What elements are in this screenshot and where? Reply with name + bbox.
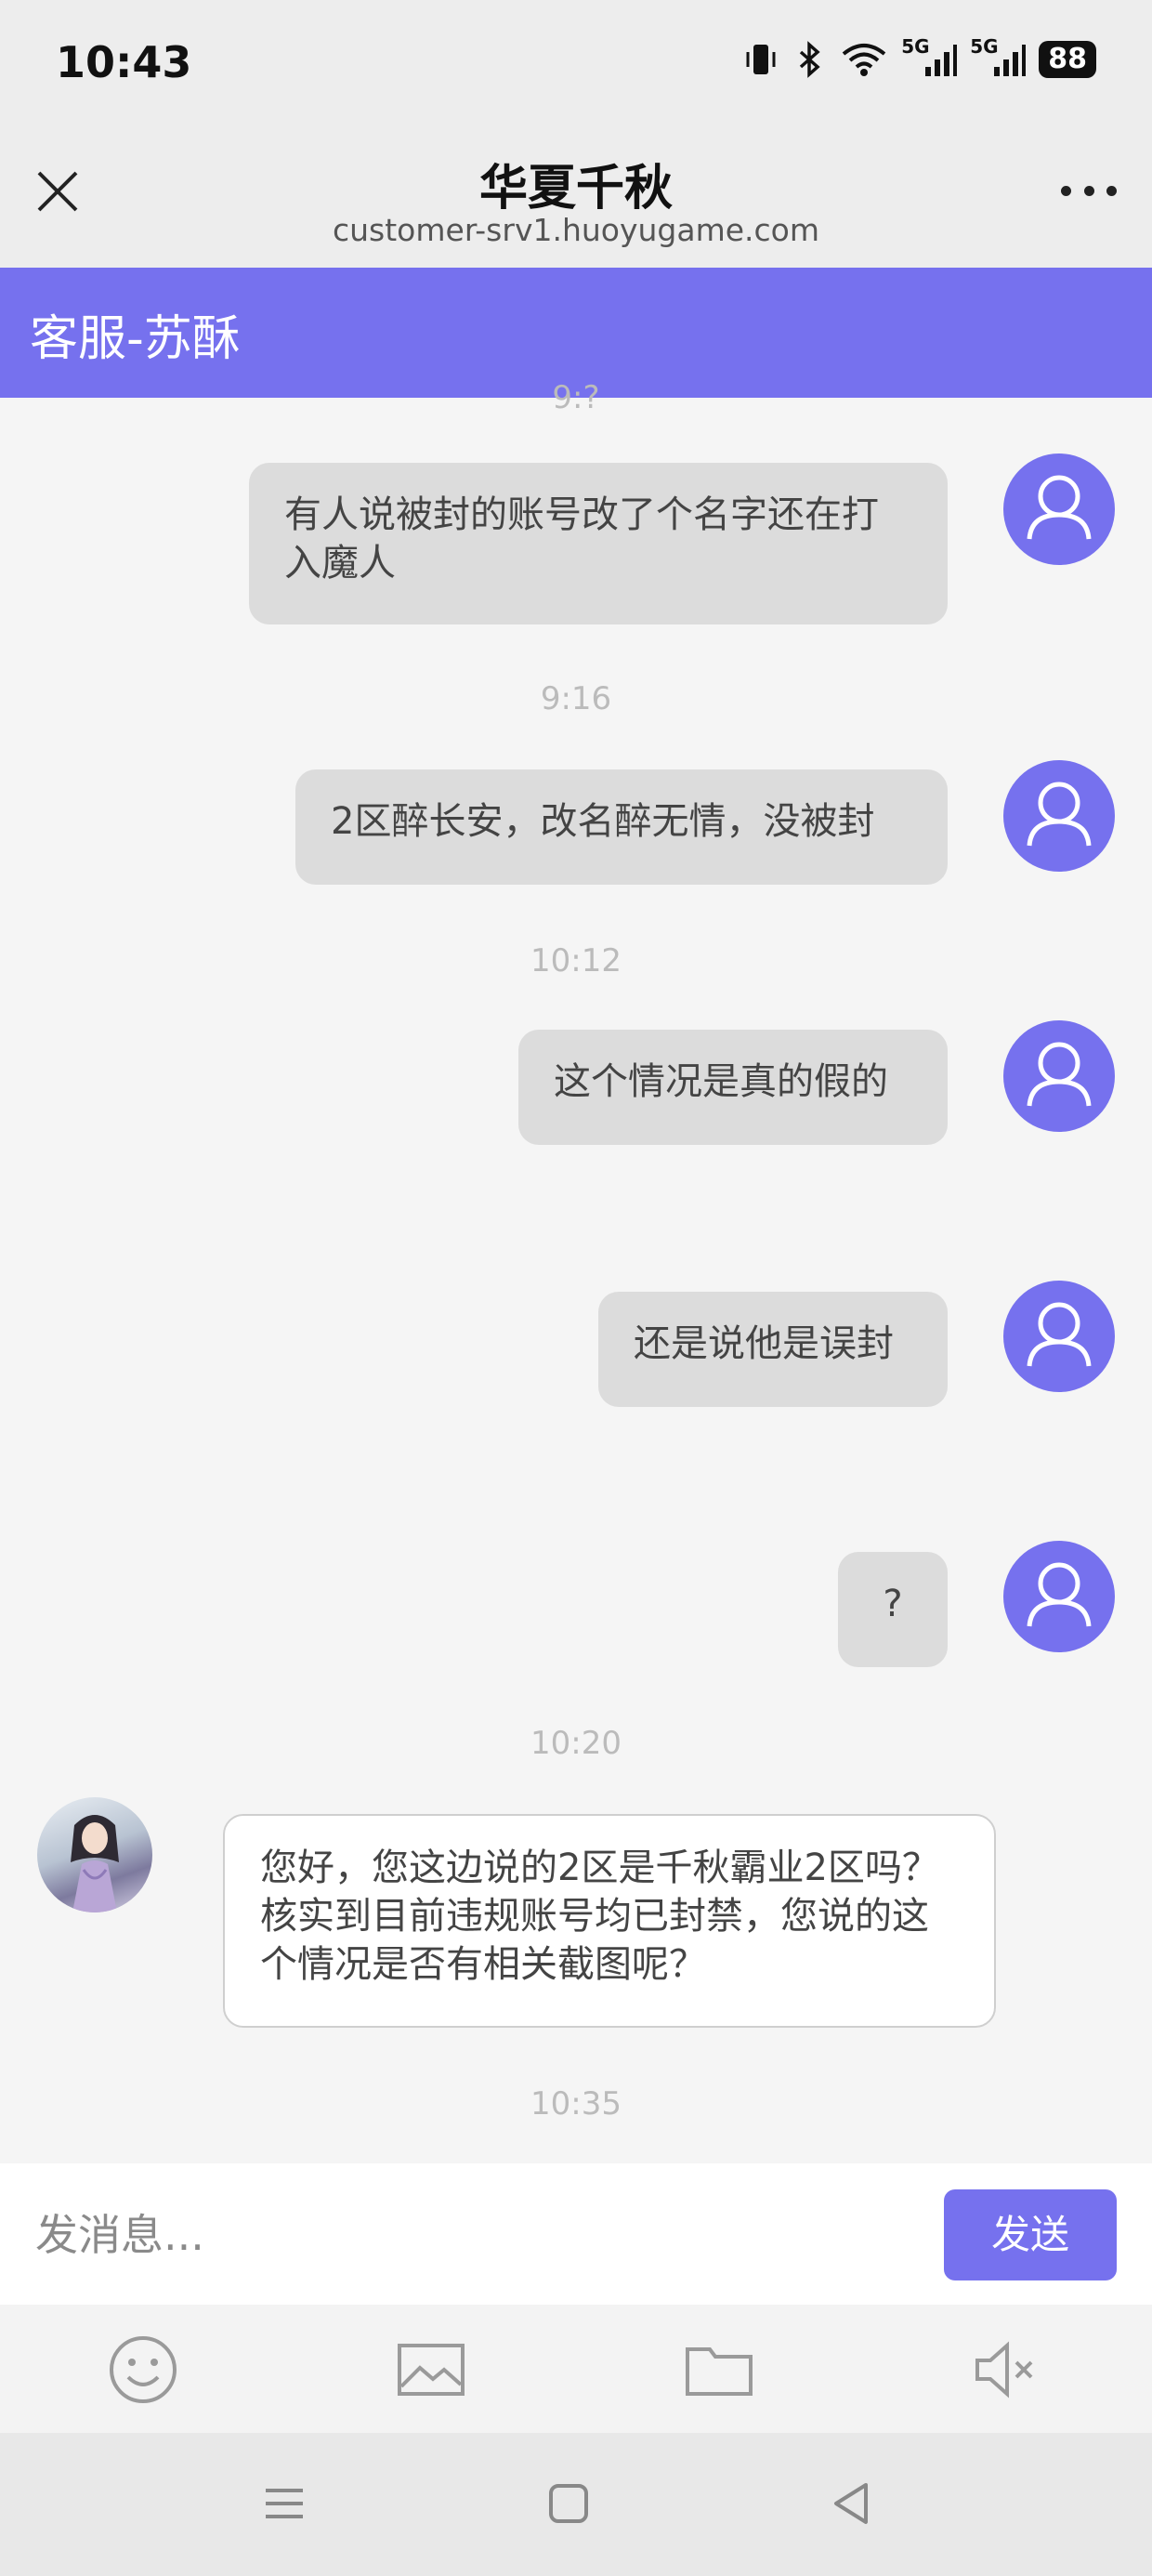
battery-indicator: 88	[1039, 41, 1096, 78]
user-avatar	[1003, 453, 1115, 565]
message-bubble-user: 这个情况是真的假的	[518, 1030, 948, 1145]
status-icons: 5G 5G 88	[743, 35, 1096, 78]
user-icon	[1027, 1302, 1092, 1367]
signal-5g-icon: 5G	[970, 35, 1027, 78]
user-avatar	[1003, 1020, 1115, 1132]
timestamp-partial: 9:?	[552, 379, 600, 416]
message-bubble-user: ?	[838, 1552, 948, 1667]
message-bubble-agent: 您好，您这边说的2区是千秋霸业2区吗？核实到目前违规账号均已封禁，您说的这个情况…	[223, 1814, 996, 2028]
message-bubble-user: 有人说被封的账号改了个名字还在打入魔人	[249, 463, 948, 624]
send-button[interactable]: 发送	[944, 2189, 1117, 2280]
timestamp: 10:35	[530, 2085, 622, 2123]
message-bubble-user: 2区醉长安，改名醉无情，没被封	[295, 769, 948, 885]
page-url: customer-srv1.huoyugame.com	[332, 212, 820, 248]
signal-5g-icon: 5G	[901, 35, 958, 78]
bluetooth-icon	[792, 41, 827, 78]
timestamp: 10:12	[530, 942, 622, 979]
service-agent-title: 客服-苏酥	[30, 311, 241, 367]
agent-portrait-icon	[71, 1815, 119, 1912]
image-icon[interactable]	[394, 2333, 468, 2407]
timestamp: 9:16	[540, 680, 612, 717]
user-avatar	[1003, 1281, 1115, 1392]
user-icon	[1027, 782, 1092, 847]
user-icon	[1027, 1042, 1092, 1107]
home-icon[interactable]	[541, 2476, 596, 2531]
user-avatar	[1003, 1541, 1115, 1652]
mute-icon[interactable]	[970, 2333, 1044, 2407]
timestamp: 10:20	[530, 1725, 622, 1762]
user-icon	[1027, 1562, 1092, 1627]
message-input[interactable]	[33, 2193, 910, 2277]
message-bubble-user: 还是说他是误封	[598, 1292, 948, 1407]
emoji-icon[interactable]	[106, 2333, 180, 2407]
status-time: 10:43	[56, 37, 192, 87]
user-avatar	[1003, 760, 1115, 872]
user-icon	[1027, 475, 1092, 540]
vibrate-icon	[743, 41, 779, 78]
folder-icon[interactable]	[682, 2333, 756, 2407]
back-icon[interactable]	[825, 2476, 881, 2531]
page-title: 华夏千秋	[478, 161, 673, 217]
wifi-icon	[840, 41, 888, 78]
agent-avatar	[37, 1797, 152, 1912]
more-icon[interactable]	[1061, 186, 1117, 204]
recent-apps-icon[interactable]	[256, 2476, 312, 2531]
